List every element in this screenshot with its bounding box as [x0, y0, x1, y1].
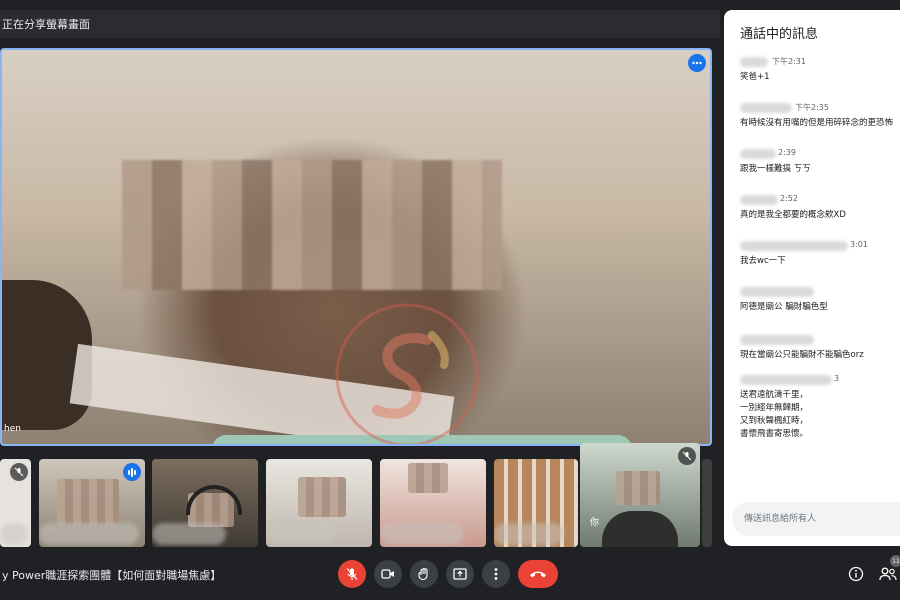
blurred-sender — [740, 335, 814, 345]
blurred-face-region — [122, 160, 502, 290]
chat-panel: 通話中的訊息 下午2:31 笑爸+1 下午2:35 有時候沒有用嘴的但是用碎碎念… — [724, 10, 900, 546]
meeting-title: y Power職涯探索團體【如何面對職場焦慮】 — [2, 569, 222, 582]
participant-tile[interactable] — [380, 459, 486, 547]
chat-message: 3:01 我去wc一下 — [740, 240, 900, 268]
participant-tile[interactable] — [0, 459, 31, 547]
raise-hand-icon — [418, 567, 428, 581]
end-call-icon — [530, 571, 546, 578]
present-screen-button[interactable] — [446, 560, 474, 588]
message-text: 現在當廟公只能騙財不能騙色orz — [740, 350, 864, 360]
blurred-sender — [740, 103, 792, 113]
blurred-sender — [740, 375, 832, 385]
mic-off-icon — [346, 568, 358, 580]
blurred-sender — [740, 287, 814, 297]
blurred-sender — [740, 57, 768, 67]
camera-toggle-button[interactable] — [374, 560, 402, 588]
watermark-logo — [335, 303, 479, 444]
bottom-control-bar: y Power職涯探索團體【如何面對職場焦慮】 11 — [0, 548, 900, 600]
camera-icon — [381, 569, 394, 579]
meeting-details-button[interactable] — [846, 564, 866, 584]
blurred-face — [57, 479, 119, 525]
people-icon — [879, 567, 897, 581]
message-text: 真的是我全都要的概念欸XD — [740, 210, 846, 220]
self-view-tile[interactable]: 你 — [580, 443, 700, 547]
more-vert-icon — [494, 568, 498, 580]
blurred-name — [494, 523, 564, 545]
message-text: 跟我一樣難搞 ㄎㄎ — [740, 164, 811, 174]
present-screen-icon — [453, 568, 467, 580]
self-label: 你 — [590, 518, 600, 528]
end-call-button[interactable] — [518, 560, 558, 588]
message-text: 阿德是廟公 騙財騙色型 — [740, 302, 828, 312]
more-options-button[interactable] — [482, 560, 510, 588]
message-time: 下午2:31 — [772, 57, 806, 66]
chat-message: 現在當廟公只能騙財不能騙色orz — [740, 334, 900, 362]
blurred-face — [408, 463, 448, 493]
participant-tile[interactable] — [39, 459, 145, 547]
participant-thumbnails: 你 — [0, 443, 724, 547]
message-text: 笑爸+1 — [740, 72, 770, 82]
raise-hand-button[interactable] — [410, 560, 438, 588]
chat-message: 3 送君遠航濤千里， 一別經年無歸期， 又到秋聲楓紅時， 書懷飛書寄思懷。 — [740, 374, 900, 441]
blurred-sender — [740, 241, 848, 251]
headset-shape — [186, 485, 242, 515]
top-strip — [0, 0, 724, 10]
blurred-sender — [740, 149, 776, 159]
chat-message: 下午2:31 笑爸+1 — [740, 56, 900, 84]
presenting-banner: 正在分享螢幕畫面 — [0, 10, 720, 38]
message-time: 2:52 — [780, 194, 798, 203]
message-text: 我去wc一下 — [740, 256, 786, 266]
blurred-name — [152, 523, 226, 545]
message-time: 2:39 — [778, 148, 796, 157]
more-options-icon[interactable] — [688, 54, 706, 72]
participant-tile[interactable] — [702, 459, 712, 547]
speaking-indicator-icon — [123, 463, 141, 481]
info-icon — [848, 566, 864, 582]
chat-message: 2:52 真的是我全都要的概念欸XD — [740, 194, 900, 222]
participant-tile[interactable] — [152, 459, 258, 547]
participant-tile[interactable] — [494, 459, 578, 547]
blurred-name — [380, 523, 464, 545]
message-time: 3:01 — [850, 240, 868, 249]
chat-title: 通話中的訊息 — [740, 27, 819, 42]
mic-off-icon — [678, 447, 696, 465]
message-text: 有時候沒有用嘴的但是用碎碎念的更恐怖 — [740, 118, 894, 128]
mic-off-icon — [10, 463, 28, 481]
message-time: 3 — [834, 374, 840, 383]
chat-input[interactable] — [732, 502, 900, 536]
main-video-tile[interactable]: hen — [0, 48, 712, 446]
participant-count-badge: 11 — [890, 555, 900, 567]
blurred-name — [0, 523, 28, 545]
chat-message: 阿德是廟公 騙財騙色型 — [740, 286, 900, 314]
participants-button[interactable]: 11 — [878, 555, 900, 584]
blurred-face — [298, 477, 346, 517]
message-time: 下午2:35 — [795, 103, 829, 112]
chat-message: 2:39 跟我一樣難搞 ㄎㄎ — [740, 148, 900, 176]
presenting-banner-text: 正在分享螢幕畫面 — [2, 18, 90, 31]
blurred-sender — [740, 195, 778, 205]
participant-name: hen — [4, 424, 21, 434]
blurred-name — [39, 523, 139, 545]
chat-input-box[interactable] — [732, 502, 900, 536]
chat-message: 下午2:35 有時候沒有用嘴的但是用碎碎念的更恐怖 — [740, 102, 900, 130]
shirt-shape — [602, 511, 678, 547]
blurred-face — [616, 471, 660, 505]
participant-tile[interactable] — [266, 459, 372, 547]
message-text: 送君遠航濤千里， 一別經年無歸期， 又到秋聲楓紅時， 書懷飛書寄思懷。 — [740, 390, 809, 439]
mic-toggle-button[interactable] — [338, 560, 366, 588]
blurred-name — [266, 523, 336, 545]
